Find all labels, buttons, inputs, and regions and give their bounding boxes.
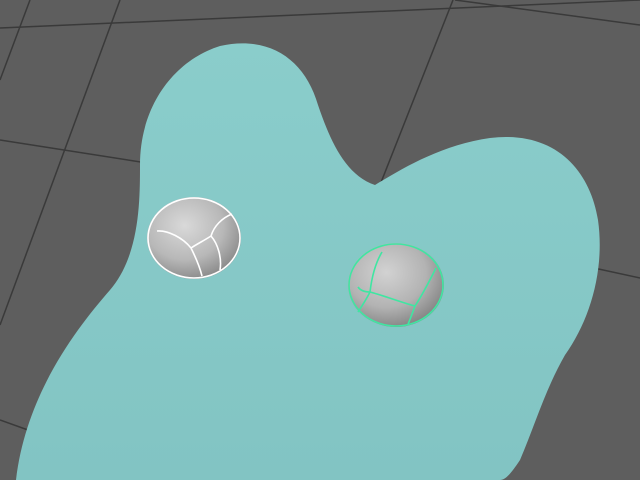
grid-line (0, 0, 121, 326)
grid-line (0, 0, 640, 29)
blob-mesh[interactable] (16, 43, 600, 480)
right-eye-sphere[interactable] (348, 243, 444, 327)
grid-line (0, 139, 161, 166)
viewport-canvas[interactable] (0, 0, 640, 480)
grid-line (0, 0, 31, 81)
3d-viewport[interactable] (0, 0, 640, 480)
grid-line (593, 267, 640, 279)
grid-line (0, 419, 29, 431)
left-eye-sphere[interactable] (147, 197, 241, 279)
